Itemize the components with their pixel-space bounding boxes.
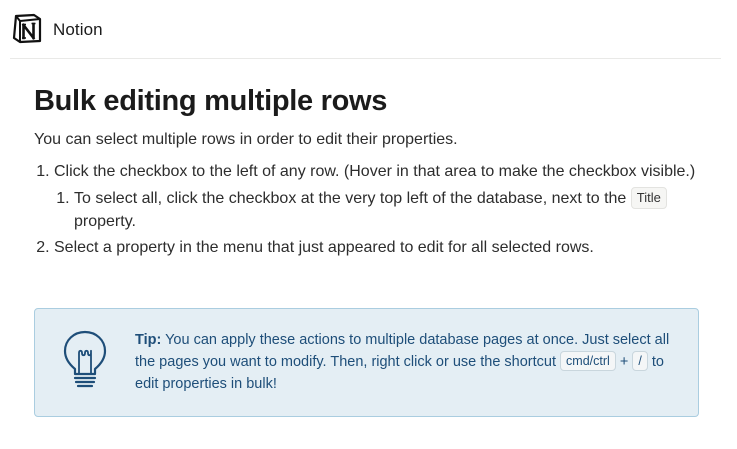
top-bar: Notion — [10, 0, 721, 59]
list-item: To select all, click the checkbox at the… — [74, 187, 704, 233]
shortcut-plus: + — [619, 354, 629, 370]
article: Bulk editing multiple rows You can selec… — [34, 82, 704, 262]
notion-logo-icon[interactable] — [12, 13, 43, 44]
step-text: Click the checkbox to the left of any ro… — [54, 163, 696, 180]
tip-label: Tip: — [135, 332, 162, 348]
callout-text: Tip: You can apply these actions to mult… — [135, 329, 685, 395]
steps-list: Click the checkbox to the left of any ro… — [34, 160, 704, 259]
page-title: Bulk editing multiple rows — [34, 85, 388, 117]
list-item: Select a property in the menu that just … — [54, 236, 704, 259]
brand-name[interactable]: Notion — [53, 20, 103, 40]
shortcut-key-cmd-ctrl: cmd/ctrl — [560, 351, 616, 371]
substep-text-after: property. — [74, 213, 136, 230]
tip-callout: Tip: You can apply these actions to mult… — [34, 308, 699, 417]
substeps-list: To select all, click the checkbox at the… — [54, 187, 704, 233]
substep-text: To select all, click the checkbox at the… — [74, 190, 627, 207]
intro-text: You can select multiple rows in order to… — [34, 131, 458, 148]
step-text: Select a property in the menu that just … — [54, 239, 594, 256]
shortcut-key-slash: / — [632, 351, 648, 371]
lightbulb-icon — [63, 330, 107, 388]
list-item: Click the checkbox to the left of any ro… — [54, 160, 704, 233]
inline-code-title: Title — [630, 187, 667, 209]
